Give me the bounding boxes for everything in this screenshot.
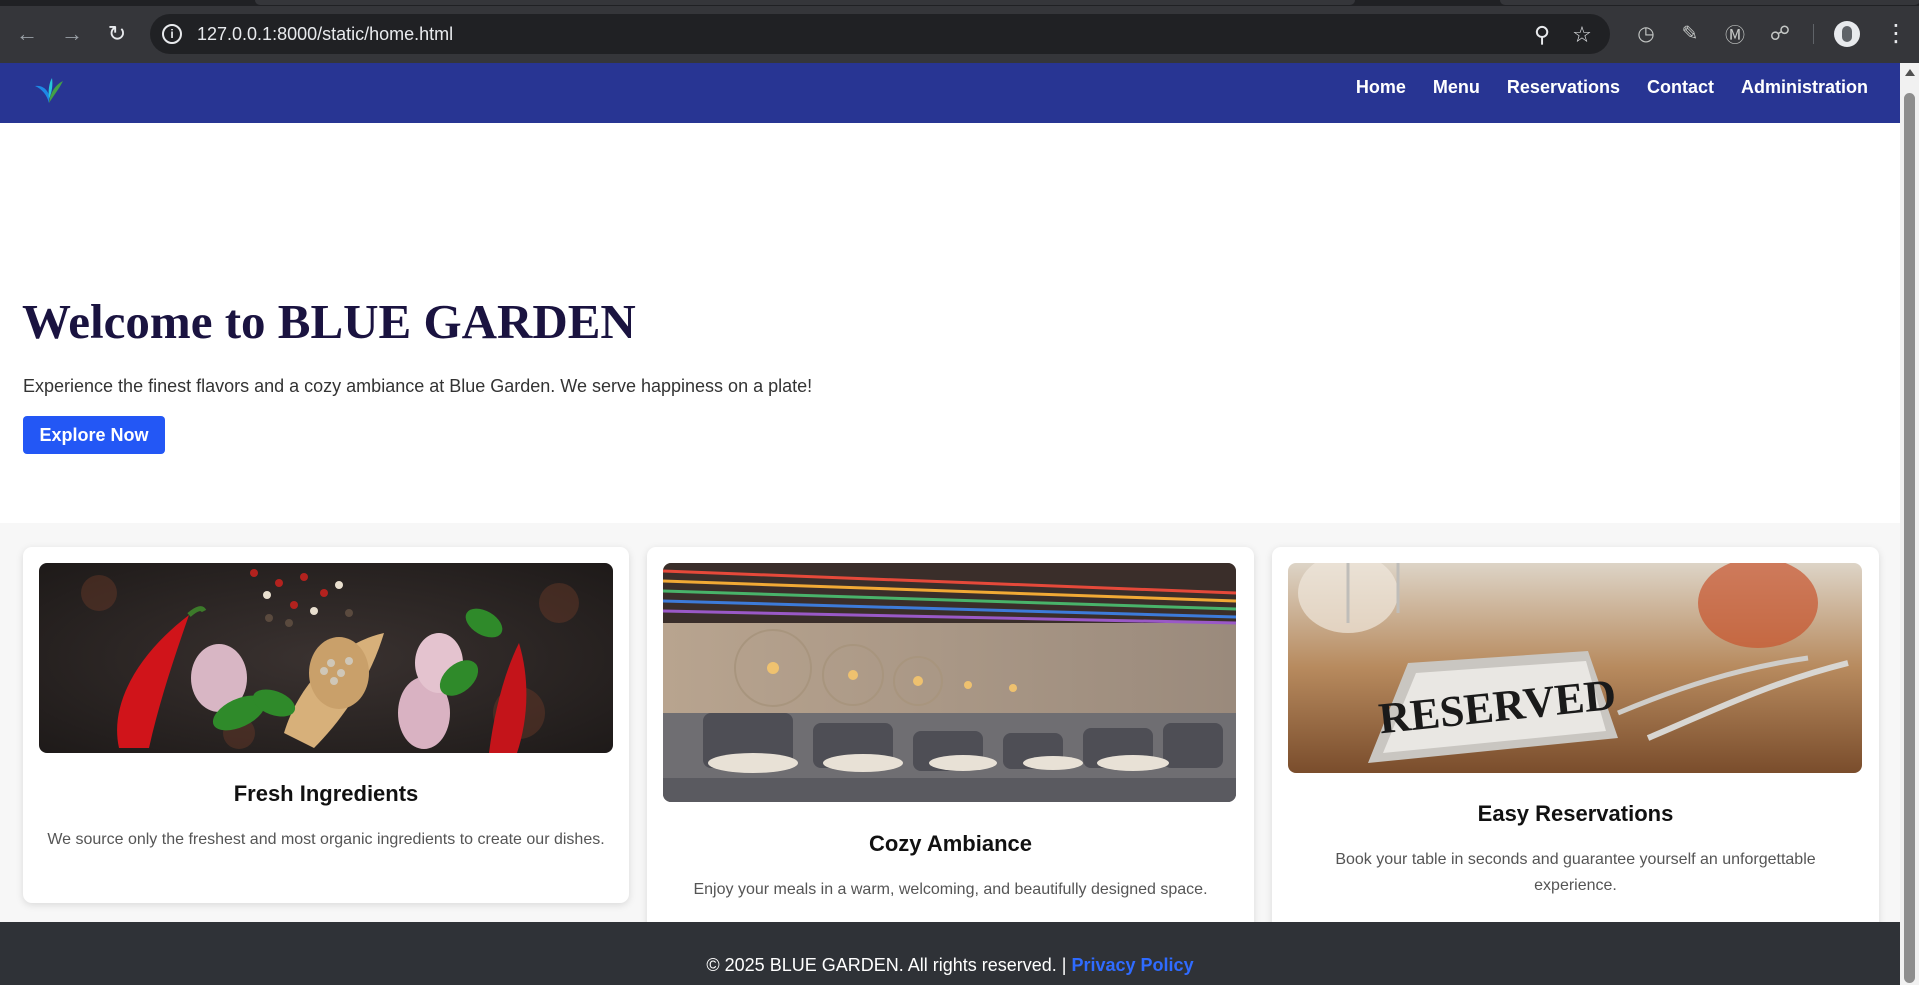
tab-edge[interactable]: [1500, 0, 1919, 5]
leaf-logo-icon[interactable]: [32, 73, 66, 107]
feature-card-easy-reservations: RESERVED Easy Reservations Book your tab…: [1272, 547, 1879, 950]
compass-extension-icon[interactable]: ◷: [1633, 20, 1659, 46]
feature-card-cozy-ambiance: Cozy Ambiance Enjoy your meals in a warm…: [647, 547, 1254, 953]
reserved-sign-image: RESERVED: [1288, 563, 1862, 773]
nav-link-home[interactable]: Home: [1356, 77, 1406, 98]
features-section: Fresh Ingredients We source only the fre…: [0, 523, 1900, 985]
eyedropper-extension-icon[interactable]: ✎: [1677, 20, 1703, 46]
hero-subtitle: Experience the finest flavors and a cozy…: [23, 376, 813, 396]
site-header: Home Menu Reservations Contact Administr…: [0, 63, 1900, 123]
zoom-icon[interactable]: ⚲: [1529, 22, 1555, 48]
address-bar-url[interactable]: 127.0.0.1:8000/static/home.html: [197, 24, 453, 45]
explore-now-button[interactable]: Explore Now: [23, 416, 165, 454]
profile-avatar[interactable]: [1834, 21, 1860, 47]
more-menu-icon[interactable]: ⋮: [1884, 19, 1908, 48]
copyright-text: © 2025 BLUE GARDEN. All rights reserved.…: [706, 955, 1067, 975]
feature-title: Fresh Ingredients: [233, 781, 419, 806]
bookmark-star-icon[interactable]: ☆: [1569, 22, 1595, 48]
site-info-icon[interactable]: i: [162, 24, 182, 44]
vertical-scrollbar[interactable]: [1900, 63, 1919, 985]
site-footer: © 2025 BLUE GARDEN. All rights reserved.…: [0, 922, 1900, 985]
forward-arrow-icon[interactable]: →: [55, 17, 89, 51]
spices-image: [39, 563, 613, 753]
toolbar-divider: [1813, 24, 1814, 44]
back-arrow-icon[interactable]: ←: [10, 17, 44, 51]
feature-description: Enjoy your meals in a warm, welcoming, a…: [693, 881, 1208, 898]
page-viewport: Home Menu Reservations Contact Administr…: [0, 63, 1900, 985]
hero-section: Welcome to BLUE GARDEN Experience the fi…: [0, 123, 1900, 523]
active-tab-edge[interactable]: [255, 0, 1355, 5]
scrollbar-thumb[interactable]: [1904, 93, 1915, 983]
grammarly-extension-icon[interactable]: Ⓜ: [1722, 20, 1748, 47]
reload-icon[interactable]: ↻: [100, 17, 134, 51]
feature-description: We source only the freshest and most org…: [47, 831, 605, 848]
feature-description: Book your table in seconds and guarantee…: [1335, 851, 1816, 894]
hero-title: Welcome to BLUE GARDEN: [22, 294, 636, 349]
footer-text: © 2025 BLUE GARDEN. All rights reserved.…: [0, 955, 1900, 976]
main-nav: Home Menu Reservations Contact Administr…: [1356, 77, 1868, 98]
nav-link-contact[interactable]: Contact: [1647, 77, 1714, 98]
nav-link-menu[interactable]: Menu: [1433, 77, 1480, 98]
scroll-up-arrow-icon[interactable]: [1905, 69, 1915, 76]
address-bar[interactable]: i 127.0.0.1:8000/static/home.html ⚲ ☆: [150, 14, 1610, 54]
feature-title: Easy Reservations: [1477, 801, 1674, 826]
privacy-policy-link[interactable]: Privacy Policy: [1072, 955, 1194, 975]
nav-link-reservations[interactable]: Reservations: [1507, 77, 1620, 98]
nav-link-administration[interactable]: Administration: [1741, 77, 1868, 98]
extensions-puzzle-icon[interactable]: ☍: [1767, 20, 1793, 46]
feature-card-fresh-ingredients: Fresh Ingredients We source only the fre…: [23, 547, 629, 903]
feature-title: Cozy Ambiance: [868, 831, 1032, 856]
restaurant-interior-image: [663, 563, 1236, 802]
browser-toolbar: ← → ↻ i 127.0.0.1:8000/static/home.html …: [0, 0, 1919, 63]
